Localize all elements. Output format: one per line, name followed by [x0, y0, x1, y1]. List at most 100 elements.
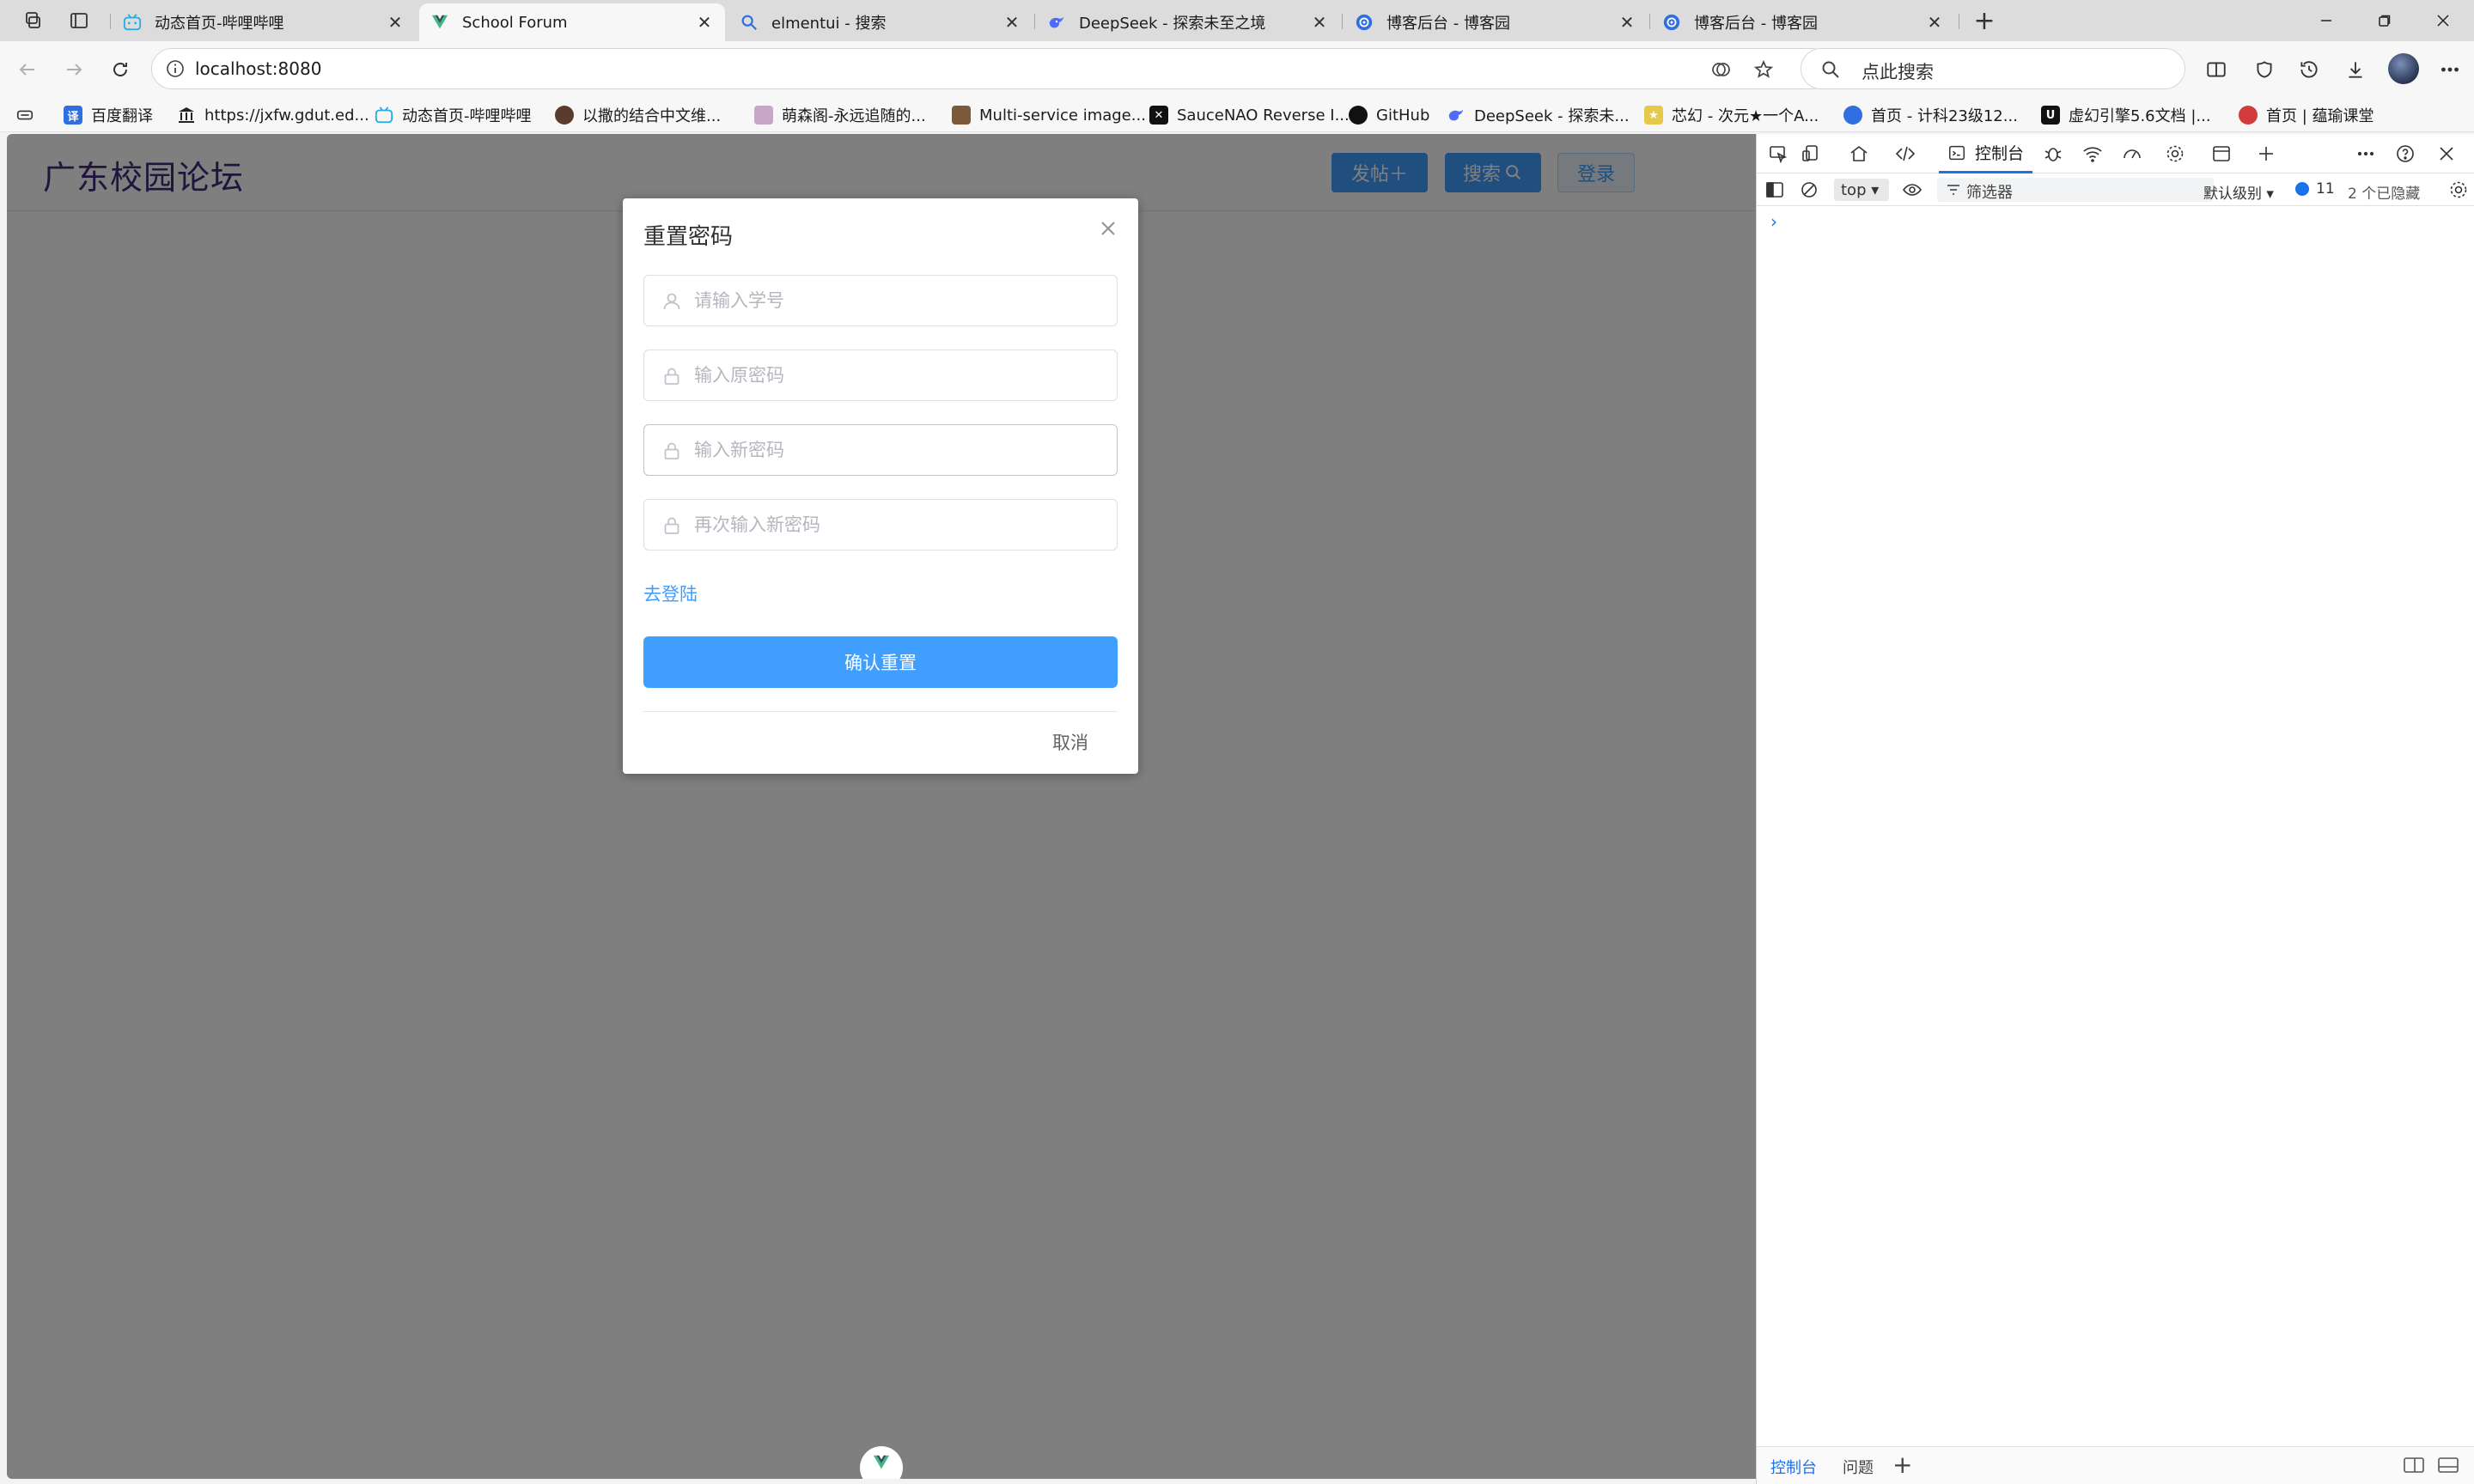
- back-icon[interactable]: [10, 52, 45, 87]
- browser-toolbar: localhost:8080 点此搜索: [0, 41, 2474, 98]
- lock-icon: [664, 517, 679, 534]
- help-icon[interactable]: [2391, 141, 2420, 167]
- split-screen-icon[interactable]: [2201, 54, 2232, 85]
- application-icon[interactable]: [2207, 141, 2236, 167]
- new-password-field[interactable]: [643, 424, 1118, 476]
- close-devtools-icon[interactable]: [2432, 141, 2461, 167]
- bookmark-item[interactable]: DeepSeek - 探索未...: [1447, 103, 1630, 127]
- user-icon: [663, 293, 680, 310]
- confirm-reset-button[interactable]: 确认重置: [643, 636, 1118, 688]
- confirm-password-field[interactable]: [643, 499, 1118, 550]
- inspect-element-icon[interactable]: [1764, 141, 1793, 167]
- welcome-home-icon[interactable]: [1844, 141, 1874, 167]
- lock-icon: [664, 368, 679, 385]
- tab-actions-icon[interactable]: [64, 7, 94, 34]
- browser-essentials-icon[interactable]: [2249, 54, 2280, 85]
- cancel-button[interactable]: 取消: [1052, 729, 1088, 755]
- bookmark-item[interactable]: 首页 - 计科23级12...: [1843, 103, 2018, 127]
- minimize-icon[interactable]: [2295, 0, 2357, 41]
- close-tab-icon[interactable]: ✕: [1000, 10, 1024, 34]
- message-icon: [2295, 182, 2309, 196]
- close-tab-icon[interactable]: ✕: [383, 10, 407, 34]
- bookmark-item[interactable]: 首页 | 蕴瑜课堂: [2239, 103, 2374, 127]
- forward-icon[interactable]: [57, 52, 91, 87]
- live-expression-eye-icon[interactable]: [1898, 177, 1927, 203]
- student-id-field[interactable]: [643, 275, 1118, 326]
- bookmark-item[interactable]: GitHub: [1349, 103, 1429, 127]
- browser-tab-bilibili[interactable]: 动态首页-哔哩哔哩 ✕: [112, 3, 416, 41]
- performance-icon[interactable]: [2118, 141, 2147, 167]
- clear-console-icon[interactable]: [1795, 177, 1824, 203]
- more-menu-icon[interactable]: [2434, 54, 2465, 85]
- bookmark-item[interactable]: 以撒的结合中文维...: [555, 103, 721, 127]
- more-options-icon[interactable]: [2351, 141, 2380, 167]
- close-tab-icon[interactable]: ✕: [692, 10, 716, 34]
- new-password-input[interactable]: [694, 425, 1106, 475]
- sidebar-toggle-icon[interactable]: [1760, 177, 1789, 203]
- drawer-add-tab-button[interactable]: +: [1892, 1451, 1912, 1479]
- browser-tab-cnblogs-2[interactable]: 博客后台 - 博客园 ✕: [1651, 3, 1955, 41]
- cnblogs-icon: [1661, 12, 1682, 33]
- browser-tab-elementui-search[interactable]: elmentui - 搜索 ✕: [728, 3, 1033, 41]
- bookmark-item[interactable]: Multi-service image...: [952, 103, 1146, 127]
- context-selector[interactable]: top ▾: [1834, 179, 1889, 201]
- dialog-divider: [643, 711, 1118, 712]
- new-tab-button[interactable]: +: [1969, 6, 2000, 36]
- tab-title: elmentui - 搜索: [771, 15, 887, 33]
- drawer-tab-console[interactable]: 控制台: [1770, 1456, 1817, 1478]
- favorite-star-icon[interactable]: [1753, 59, 1774, 80]
- browser-tab-deepseek[interactable]: DeepSeek - 探索未至之境 ✕: [1036, 3, 1340, 41]
- drawer-tab-issues[interactable]: 问题: [1843, 1456, 1874, 1478]
- dock-icon[interactable]: [2403, 1456, 2425, 1475]
- confirm-password-input[interactable]: [694, 500, 1106, 550]
- bookmarks-menu-icon[interactable]: [15, 103, 34, 127]
- console-settings-gear-icon[interactable]: [2444, 177, 2473, 203]
- bookmark-item[interactable]: ★ 芯幻 - 次元★一个A...: [1644, 103, 1819, 127]
- bookmark-item[interactable]: https://jxfw.gdut.ed...: [177, 103, 369, 127]
- tab-title: School Forum: [462, 13, 568, 32]
- bookmark-item[interactable]: U 虚幻引擎5.6文档 |...: [2041, 103, 2211, 127]
- more-tools-plus-icon[interactable]: [2252, 141, 2281, 167]
- cnblogs-icon: [1354, 12, 1374, 33]
- log-level-selector[interactable]: 默认级别 ▾: [2203, 181, 2274, 203]
- browser-tab-cnblogs[interactable]: 博客后台 - 博客园 ✕: [1344, 3, 1648, 41]
- restore-icon[interactable]: [2354, 0, 2416, 41]
- bookmark-item[interactable]: ✕ SauceNAO Reverse I...: [1149, 103, 1350, 127]
- site-info-icon[interactable]: [166, 59, 185, 78]
- bookmark-item[interactable]: 译 百度翻译: [64, 103, 153, 127]
- bookmark-item[interactable]: 萌森阁-永远追随的...: [754, 103, 926, 127]
- profile-avatar[interactable]: [2388, 53, 2419, 84]
- elements-tab-icon[interactable]: [1891, 141, 1920, 167]
- settings-gear-icon[interactable]: [2160, 141, 2190, 167]
- close-tab-icon[interactable]: ✕: [1923, 10, 1947, 34]
- browser-search-box[interactable]: 点此搜索: [1801, 48, 2185, 89]
- workspaces-icon[interactable]: [17, 7, 48, 34]
- search-icon: [739, 12, 759, 33]
- bookmark-item[interactable]: 动态首页-哔哩哔哩: [375, 103, 532, 127]
- downloads-icon[interactable]: [2340, 54, 2371, 85]
- student-id-input[interactable]: [694, 276, 1106, 325]
- old-password-field[interactable]: [643, 350, 1118, 401]
- go-login-link[interactable]: 去登陆: [643, 581, 698, 606]
- history-icon[interactable]: [2294, 54, 2325, 85]
- old-password-input[interactable]: [694, 350, 1106, 400]
- address-bar[interactable]: localhost:8080: [151, 48, 1831, 89]
- console-filter-input[interactable]: 筛选器: [1937, 178, 2214, 202]
- device-emulation-icon[interactable]: [1796, 141, 1825, 167]
- sources-bug-icon[interactable]: [2038, 141, 2068, 167]
- console-prompt[interactable]: ›: [1770, 211, 1777, 232]
- tracking-prevention-icon[interactable]: [1710, 59, 1731, 80]
- network-wifi-icon[interactable]: [2078, 141, 2107, 167]
- console-tab[interactable]: 控制台: [1939, 134, 2033, 173]
- browser-tab-school-forum[interactable]: School Forum ✕: [419, 3, 725, 41]
- message-count-badge[interactable]: 11: [2295, 180, 2335, 198]
- close-tab-icon[interactable]: ✕: [1307, 10, 1331, 34]
- close-window-icon[interactable]: [2412, 0, 2474, 41]
- close-tab-icon[interactable]: ✕: [1615, 10, 1639, 34]
- refresh-icon[interactable]: [103, 52, 137, 87]
- console-icon: [1949, 145, 1965, 160]
- lock-icon: [664, 442, 679, 459]
- undock-drawer-icon[interactable]: [2437, 1456, 2459, 1475]
- page-viewport: 广东校园论坛 发帖＋ 搜索 登录 重置密码: [7, 134, 1756, 1479]
- close-icon[interactable]: [1095, 216, 1121, 241]
